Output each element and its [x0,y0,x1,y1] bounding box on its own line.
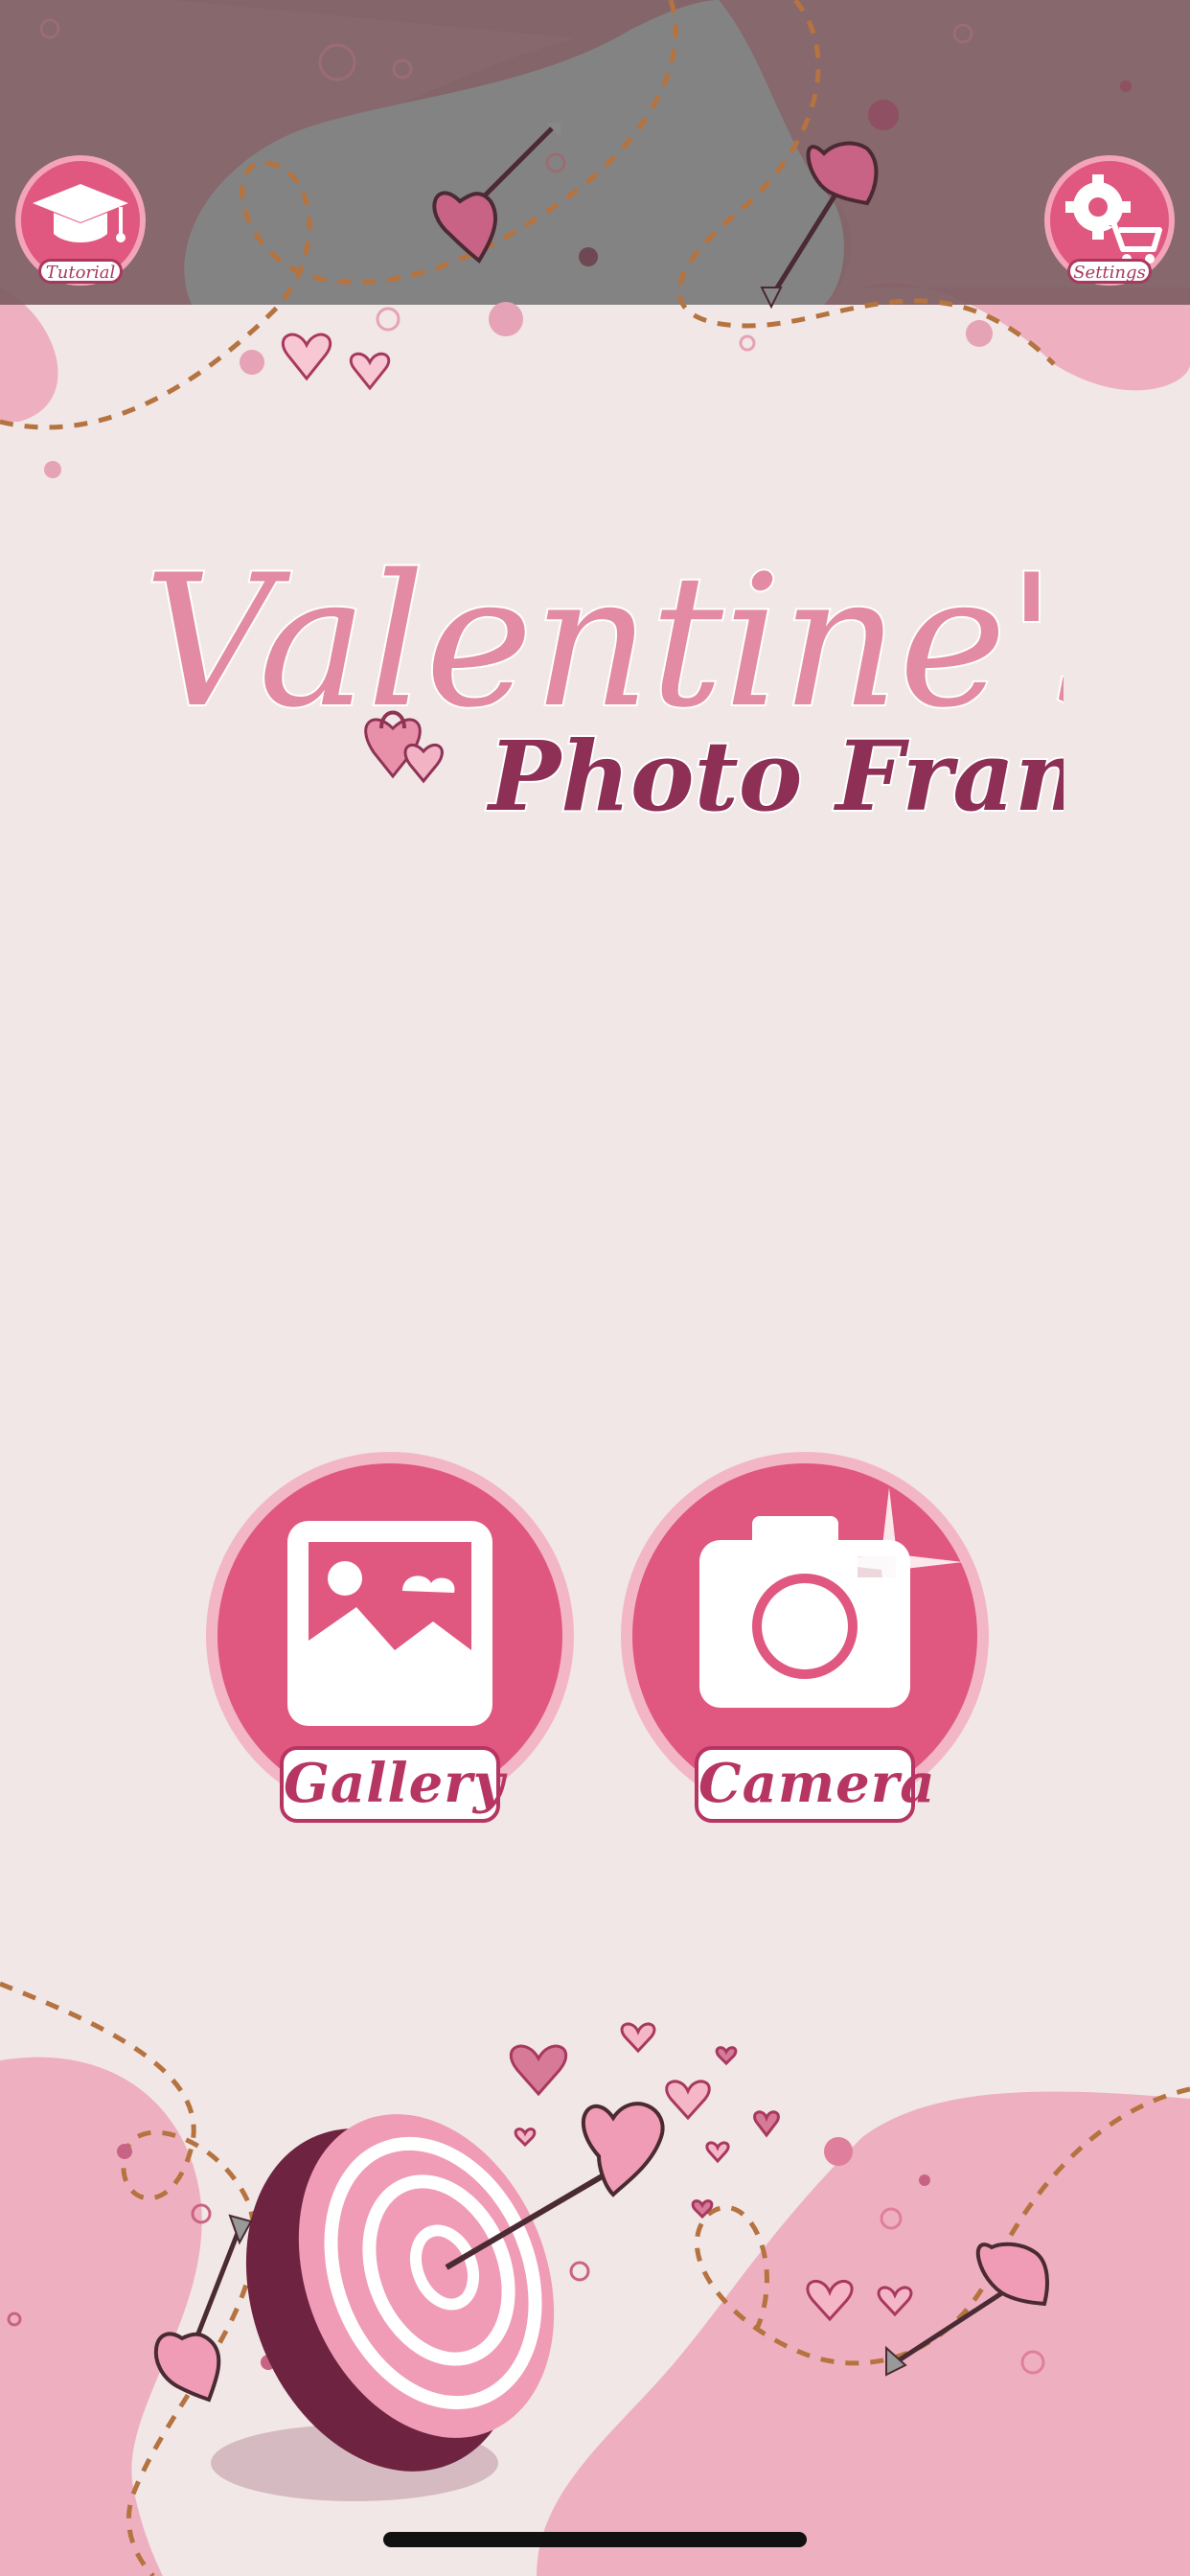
tutorial-button[interactable]: Tutorial [13,153,148,288]
title-line1: Valentine's [144,537,1064,748]
gallery-label: Gallery [280,1746,504,1823]
decorative-background [0,0,1190,2576]
camera-label: Camera [695,1746,935,1823]
home-indicator [383,2532,807,2547]
top-left-blob [0,288,58,422]
target-illustration [211,2102,665,2501]
gallery-button[interactable]: Gallery [203,1449,577,1852]
image-icon [287,1521,492,1726]
settings-label: Settings [1067,259,1152,284]
app-title-logo: Valentine's Photo Frames [142,537,1064,835]
tutorial-label: Tutorial [38,259,123,284]
camera-icon [699,1516,910,1708]
settings-button[interactable]: Settings [1042,153,1177,288]
title-line2: Photo Frames [486,720,1064,833]
camera-button[interactable]: Camera [618,1449,992,1852]
